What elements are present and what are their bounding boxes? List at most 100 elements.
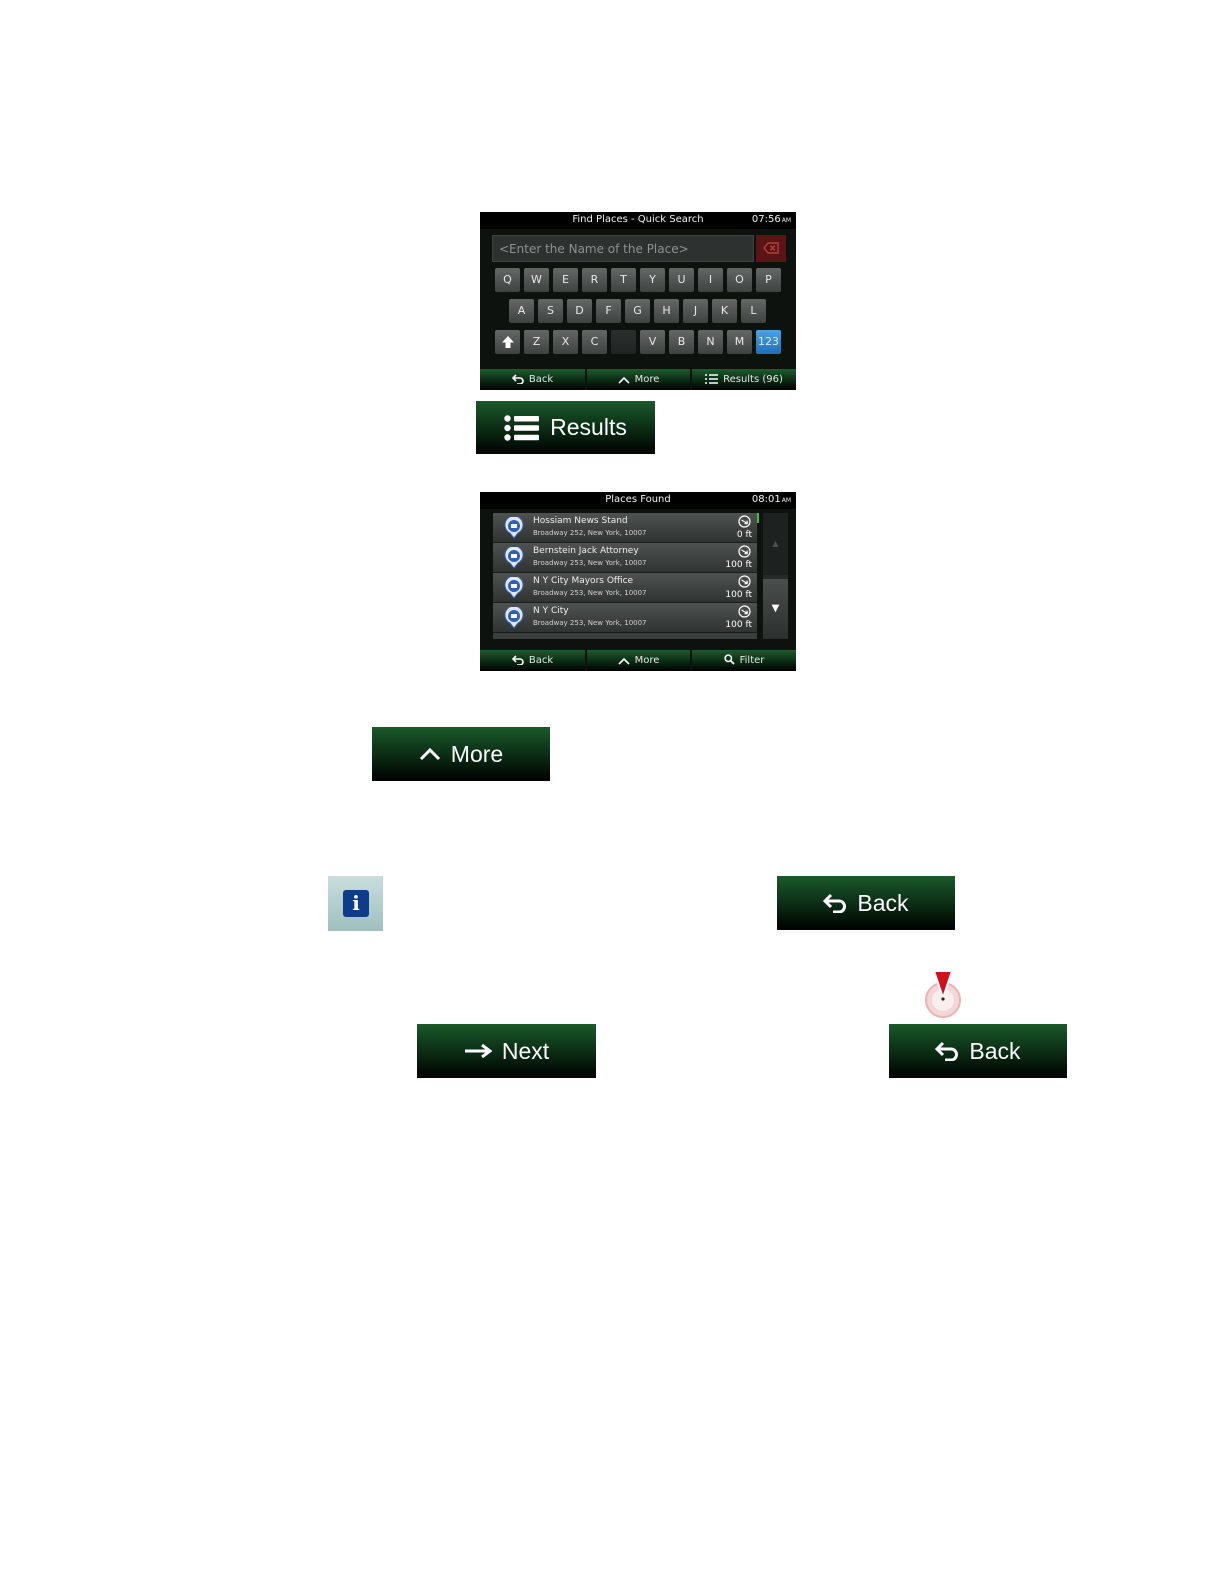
back-button[interactable]: Back: [777, 876, 955, 930]
screen-title: Find Places - Quick Search: [572, 214, 704, 225]
places-found-screen: Places Found 08:01AM Hossiam News Stand B…: [480, 492, 796, 671]
direction-arrow-icon: [738, 545, 751, 558]
direction-arrow-icon: [738, 575, 751, 588]
more-button[interactable]: More: [372, 727, 550, 781]
shift-arrow-icon: [501, 336, 514, 348]
key-h[interactable]: H: [654, 299, 679, 323]
quick-search-screen: Find Places - Quick Search 07:56AM <Ente…: [480, 212, 796, 390]
backspace-button[interactable]: [756, 235, 786, 262]
government-icon: [504, 607, 524, 629]
key-r[interactable]: R: [582, 268, 607, 292]
scroll-up-button[interactable]: ▲: [763, 513, 788, 575]
place-address: Broadway 253, New York, 10007: [533, 619, 647, 627]
space-key[interactable]: [611, 330, 636, 354]
briefcase-icon: [504, 547, 524, 569]
info-icon: i: [343, 890, 369, 917]
back-arrow-icon: [511, 655, 524, 666]
info-button[interactable]: i: [328, 876, 383, 931]
scroll-position-indicator: [757, 513, 759, 523]
place-name: N Y City: [533, 606, 569, 616]
screen-header: Places Found 08:01AM: [480, 492, 796, 509]
place-distance: 100 ft: [725, 620, 752, 630]
list-icon: [705, 374, 719, 384]
key-l[interactable]: L: [741, 299, 766, 323]
screen-title: Places Found: [605, 494, 671, 505]
direction-arrow-icon: [738, 605, 751, 618]
key-s[interactable]: S: [538, 299, 563, 323]
place-address: Broadway 252, New York, 10007: [533, 529, 647, 537]
key-f[interactable]: F: [596, 299, 621, 323]
key-d[interactable]: D: [567, 299, 592, 323]
key-m[interactable]: M: [727, 330, 752, 354]
key-i[interactable]: I: [698, 268, 723, 292]
place-name: Bernstein Jack Attorney: [533, 546, 639, 556]
key-j[interactable]: J: [683, 299, 708, 323]
place-distance: 100 ft: [725, 560, 752, 570]
shopping-cart-icon: [504, 517, 524, 539]
next-button[interactable]: Next: [417, 1024, 596, 1078]
key-n[interactable]: N: [698, 330, 723, 354]
more-softkey[interactable]: More: [587, 369, 690, 390]
key-b[interactable]: B: [669, 330, 694, 354]
list-item[interactable]: Hossiam News Stand Broadway 252, New York…: [493, 513, 757, 543]
place-name: Hossiam News Stand: [533, 516, 628, 526]
bottom-bar: Back More Results (96): [480, 369, 796, 390]
key-w[interactable]: W: [524, 268, 549, 292]
key-z[interactable]: Z: [524, 330, 549, 354]
key-v[interactable]: V: [640, 330, 665, 354]
back-button[interactable]: Back: [889, 1024, 1067, 1078]
place-distance: 0 ft: [736, 530, 752, 540]
place-address: Broadway 253, New York, 10007: [533, 559, 647, 567]
back-arrow-icon: [823, 893, 847, 913]
key-o[interactable]: O: [727, 268, 752, 292]
place-distance: 100 ft: [725, 590, 752, 600]
list-icon: [504, 414, 540, 441]
government-icon: [504, 577, 524, 599]
back-label: Back: [857, 889, 909, 916]
more-label: More: [450, 740, 504, 767]
more-softkey[interactable]: More: [587, 650, 690, 671]
chevron-up-icon: [618, 657, 630, 665]
results-button[interactable]: Results: [476, 401, 655, 454]
key-t[interactable]: T: [611, 268, 636, 292]
chevron-up-icon: [618, 376, 630, 384]
results-softkey[interactable]: Results (96): [692, 369, 796, 390]
key-y[interactable]: Y: [640, 268, 665, 292]
scroll-down-button[interactable]: ▼: [763, 579, 788, 639]
key-u[interactable]: U: [669, 268, 694, 292]
screen-header: Find Places - Quick Search 07:56AM: [480, 212, 796, 229]
shift-key[interactable]: [495, 330, 520, 354]
results-label: Results: [550, 414, 627, 440]
place-name-input[interactable]: <Enter the Name of the Place>: [492, 235, 754, 262]
place-name: N Y City Mayors Office: [533, 576, 634, 586]
list-item[interactable]: Bernstein Jack Attorney Broadway 253, New…: [493, 543, 757, 573]
partial-row: [493, 633, 757, 639]
key-x[interactable]: X: [553, 330, 578, 354]
back-arrow-icon: [935, 1041, 959, 1061]
back-arrow-icon: [511, 374, 524, 385]
bottom-bar: Back More Filter: [480, 650, 796, 671]
list-item[interactable]: N Y City Broadway 253, New York, 10007 100…: [493, 603, 757, 633]
key-k[interactable]: K: [712, 299, 737, 323]
key-g[interactable]: G: [625, 299, 650, 323]
key-c[interactable]: C: [582, 330, 607, 354]
clock: 07:56AM: [751, 214, 791, 225]
key-p[interactable]: P: [756, 268, 781, 292]
scrollbar[interactable]: ▲ ▼: [763, 513, 788, 639]
list-item[interactable]: N Y City Mayors Office Broadway 253, New …: [493, 573, 757, 603]
clock: 08:01AM: [751, 494, 791, 505]
direction-arrow-icon: [738, 515, 751, 528]
location-pin-icon: [922, 968, 964, 1020]
next-label: Next: [501, 1037, 550, 1064]
search-icon: [723, 654, 735, 665]
arrow-right-icon: [464, 1044, 492, 1058]
back-label: Back: [969, 1037, 1021, 1064]
filter-softkey[interactable]: Filter: [692, 650, 796, 671]
key-a[interactable]: A: [509, 299, 534, 323]
key-q[interactable]: Q: [495, 268, 520, 292]
place-address: Broadway 253, New York, 10007: [533, 589, 647, 597]
back-softkey[interactable]: Back: [480, 369, 585, 390]
numeric-key[interactable]: 123: [756, 330, 781, 354]
key-e[interactable]: E: [553, 268, 578, 292]
back-softkey[interactable]: Back: [480, 650, 585, 671]
